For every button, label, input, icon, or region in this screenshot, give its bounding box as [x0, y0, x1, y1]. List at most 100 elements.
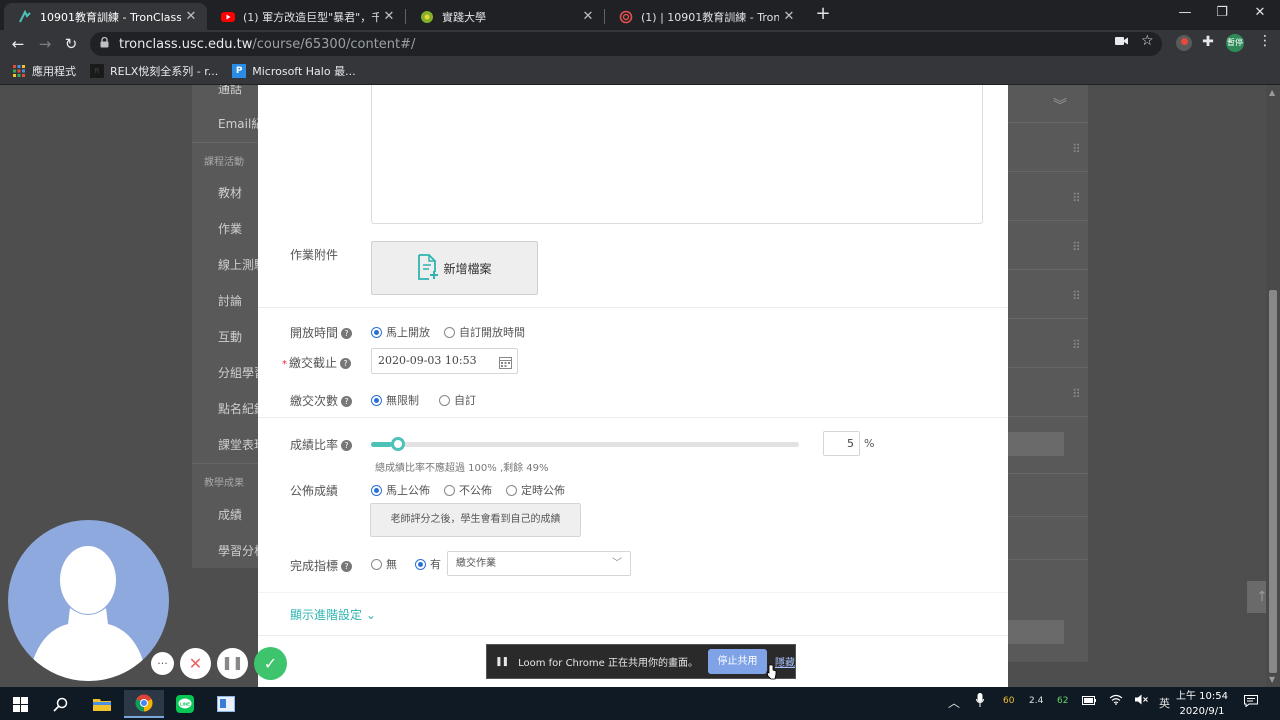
loom-camera-bubble[interactable] [8, 520, 169, 681]
stop-sharing-button[interactable]: 停止共用 [707, 649, 767, 674]
radio-custom-count[interactable]: 自訂 [439, 392, 476, 408]
tab-youtube[interactable]: (1) 軍方改造巨型"暴君"，千万不... ✕ [207, 3, 405, 30]
radio-no-publish[interactable]: 不公佈 [444, 482, 492, 498]
speaker-muted-icon[interactable] [1135, 694, 1149, 708]
sidebar-item[interactable]: 成績 [218, 506, 242, 523]
hide-link[interactable]: 隱藏 [775, 654, 795, 669]
line-app-icon[interactable]: LINE [165, 690, 205, 718]
sidebar-item[interactable]: 互動 [218, 328, 242, 345]
bookmark-relx[interactable]: R RELX悅刻全系列 - r... [90, 63, 218, 79]
grade-ratio-input[interactable]: 5 [823, 431, 860, 456]
completion-select[interactable]: 繳交作業 ﹀ [447, 551, 631, 576]
maximize-icon[interactable]: ❐ [1212, 5, 1232, 20]
loom-cancel-button[interactable]: ✕ [180, 648, 211, 679]
search-icon[interactable] [40, 690, 80, 718]
loom-finish-button[interactable]: ✓ [254, 647, 287, 680]
microphone-icon[interactable] [976, 693, 984, 710]
deadline-date-input[interactable]: 2020-09-03 10:53 [371, 348, 518, 374]
sidebar-item[interactable]: Email紀 [218, 115, 263, 132]
tray-value-3: 62 [1057, 696, 1069, 706]
extensions-puzzle-icon[interactable]: ✚ [1200, 35, 1216, 51]
radio-unlimited[interactable]: 無限制 [371, 392, 419, 408]
help-icon[interactable]: ? [340, 358, 352, 369]
sidebar-section: 課程活動 [204, 157, 244, 168]
bookmark-apps[interactable]: 應用程式 [12, 63, 76, 79]
tray-expand-icon[interactable]: ︿ [948, 694, 960, 711]
help-icon[interactable]: ? [341, 396, 353, 407]
add-file-button[interactable]: 新增檔案 [371, 241, 538, 295]
ime-indicator[interactable]: 英 [1159, 695, 1170, 711]
slider-handle[interactable] [391, 437, 405, 451]
tab-usc[interactable]: 實踐大學 ✕ [406, 3, 604, 30]
tab-close-icon[interactable]: ✕ [578, 9, 598, 24]
tray-value-2: 2.4 [1029, 696, 1044, 706]
drag-handle-icon[interactable]: ⠿ [1072, 289, 1081, 303]
reload-icon[interactable]: ↻ [61, 34, 81, 54]
radio-scheduled-publish[interactable]: 定時公佈 [506, 482, 565, 498]
bookmark-halo[interactable]: P Microsoft Halo 最... [232, 63, 356, 79]
tab-close-icon[interactable]: ✕ [181, 9, 201, 24]
back-icon[interactable]: ← [8, 34, 28, 54]
course-content-list: ︾ ⠿ ⠿ ⠿ ⠿ ⠿ ⠿ [1008, 85, 1088, 662]
system-clock[interactable]: 上午 10:54 2020/9/1 [1176, 689, 1228, 719]
add-file-label: 新增檔案 [443, 261, 492, 276]
assignment-modal: 作業附件 新增檔案 開放時間? 馬上開放 自訂開放時間 * 繳交截止? 2020-… [258, 85, 1008, 687]
show-advanced-settings-link[interactable]: 顯示進階設定 ⌄ [290, 606, 376, 623]
grade-ratio-slider[interactable] [371, 437, 799, 451]
camera-icon[interactable] [1115, 35, 1128, 49]
help-icon[interactable]: ? [341, 440, 353, 451]
tab-close-icon[interactable]: ✕ [779, 9, 799, 24]
radio-publish-now[interactable]: 馬上公佈 [371, 482, 430, 498]
tab-tronclass-2[interactable]: (1) | 10901教育訓練 - TronClass ✕ [605, 3, 805, 30]
calendar-icon[interactable] [499, 354, 512, 378]
file-explorer-icon[interactable] [82, 690, 122, 718]
scrollbar-thumb[interactable] [1269, 290, 1277, 673]
scroll-up-icon[interactable]: ▲ [1269, 88, 1275, 97]
profile-avatar[interactable]: 暫停 [1226, 34, 1244, 52]
new-tab-button[interactable]: + [813, 4, 833, 24]
sidebar-item[interactable]: 作業 [218, 220, 242, 237]
notification-icon[interactable] [1244, 695, 1258, 710]
battery-icon[interactable] [1082, 696, 1096, 708]
help-icon[interactable]: ? [341, 328, 353, 339]
loom-more-button[interactable]: ··· [151, 652, 174, 675]
tab-tronclass[interactable]: 10901教育訓練 - TronClass ✕ [4, 3, 207, 30]
drag-handle-icon[interactable]: ⠿ [1072, 387, 1081, 401]
tab-title: 10901教育訓練 - TronClass [40, 10, 181, 24]
scroll-down-icon[interactable]: ▼ [1269, 675, 1275, 684]
menu-icon[interactable]: ⋮ [1258, 33, 1272, 49]
drag-handle-icon[interactable]: ⠿ [1072, 142, 1081, 156]
loom-pause-button[interactable]: ❚❚ [217, 648, 248, 679]
apps-grid-icon [12, 64, 26, 78]
sidebar-item[interactable]: 教材 [218, 184, 242, 201]
sidebar-item[interactable]: 討論 [218, 292, 242, 309]
windows-start-icon[interactable] [0, 690, 40, 718]
drag-handle-icon[interactable]: ⠿ [1072, 338, 1081, 352]
tab-close-icon[interactable]: ✕ [379, 9, 399, 24]
description-textarea[interactable] [371, 85, 983, 224]
forward-icon[interactable]: → [35, 34, 55, 54]
window-close-icon[interactable]: ✕ [1250, 5, 1270, 20]
tab-title: 實踐大學 [442, 10, 486, 24]
minimize-icon[interactable]: — [1175, 5, 1195, 20]
loom-extension-icon[interactable] [1176, 35, 1192, 51]
collapse-chevrons-icon[interactable]: ︾ [1053, 95, 1067, 115]
chrome-taskbar-icon[interactable] [124, 690, 164, 718]
app-window-icon[interactable] [206, 690, 246, 718]
windows-taskbar: LINE ︿ 60 2.4 62 英 上午 10:54 2020/9/1 [0, 687, 1280, 720]
address-bar[interactable]: tronclass.usc.edu.tw/course/65300/conten… [90, 32, 1162, 56]
help-icon[interactable]: ? [341, 561, 353, 572]
page-scrollbar[interactable]: ▲ ▼ [1266, 85, 1280, 687]
drag-handle-icon[interactable]: ⠿ [1072, 191, 1081, 205]
radio-open-custom[interactable]: 自訂開放時間 [444, 324, 525, 340]
wifi-icon[interactable] [1109, 694, 1123, 708]
radio-open-now[interactable]: 馬上開放 [371, 324, 430, 340]
radio-completion-yes[interactable]: 有 [415, 556, 441, 572]
url-host: tronclass.usc.edu.tw [119, 36, 253, 52]
completion-radios: 無 有 [371, 556, 455, 572]
drag-handle-icon[interactable]: ⠿ [1072, 240, 1081, 254]
sidebar-item[interactable]: 通話 [218, 85, 242, 97]
star-icon[interactable]: ☆ [1141, 33, 1154, 49]
completion-label: 完成指標? [290, 557, 353, 574]
radio-completion-none[interactable]: 無 [371, 556, 397, 572]
